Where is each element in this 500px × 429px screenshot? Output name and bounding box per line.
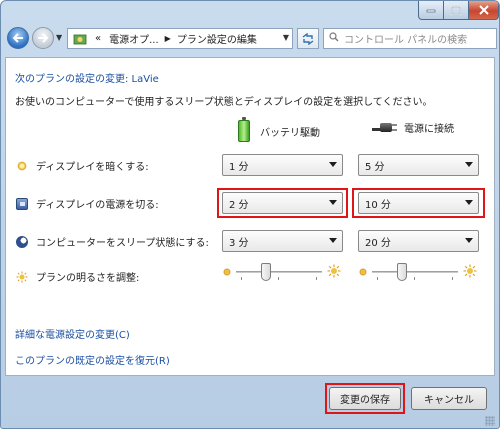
brightness-low-icon — [358, 267, 368, 277]
display-off-battery-dropdown[interactable]: 2 分 — [222, 192, 343, 214]
dim-display-ac-dropdown[interactable]: 5 分 — [358, 154, 479, 176]
brightness-low-icon — [222, 267, 232, 277]
breadcrumb-overflow[interactable]: « — [95, 33, 101, 44]
save-changes-button[interactable]: 変更の保存 — [329, 387, 401, 410]
cancel-button[interactable]: キャンセル — [411, 387, 487, 410]
ac-column-label: 電源に接続 — [404, 124, 454, 135]
battery-icon — [238, 117, 250, 142]
dropdown-arrow-icon — [465, 200, 473, 205]
search-placeholder: コントロール パネルの検索 — [344, 35, 468, 46]
setting-label: プランの明るさを調整: — [36, 273, 140, 284]
dropdown-value: 1 分 — [229, 161, 249, 173]
display-off-ac-dropdown[interactable]: 10 分 — [358, 192, 479, 214]
plan-settings-panel: 次のプランの設定の変更: LaVie お使いのコンピューターで使用するスリープ状… — [5, 57, 495, 376]
setting-label: コンピューターをスリープ状態にする: — [36, 238, 209, 249]
dropdown-arrow-icon — [329, 238, 337, 243]
search-box[interactable]: コントロール パネルの検索 — [323, 28, 497, 49]
button-bar: 変更の保存 キャンセル — [1, 379, 499, 428]
dropdown-arrow-icon — [465, 162, 473, 167]
close-icon — [478, 5, 489, 15]
page-title: 次のプランの設定の変更: LaVie — [15, 74, 159, 85]
address-dropdown-icon[interactable]: ▼ — [283, 33, 289, 42]
forward-button[interactable] — [32, 27, 54, 49]
dim-display-battery-dropdown[interactable]: 1 分 — [222, 154, 343, 176]
setting-row-dim-display: ディスプレイを暗くする: — [16, 158, 149, 173]
resize-grip[interactable] — [485, 416, 495, 426]
navigation-bar: ▼ « 電源オプ... ▶ プラン設定の編集 ▼ コントロール パネルの検索 — [5, 23, 497, 53]
minimize-icon — [426, 9, 436, 13]
brightness-icon — [16, 271, 28, 283]
sleep-ac-dropdown[interactable]: 20 分 — [358, 230, 479, 252]
breadcrumb-separator-icon[interactable]: ▶ — [165, 34, 171, 43]
page-description: お使いのコンピューターで使用するスリープ状態とディスプレイの設定を選択してくださ… — [15, 97, 433, 108]
brightness-high-icon — [327, 264, 341, 278]
dropdown-value: 5 分 — [365, 161, 385, 173]
power-plug-icon — [372, 122, 397, 134]
minimize-button[interactable] — [418, 1, 444, 20]
maximize-icon — [451, 5, 461, 15]
forward-arrow-icon — [38, 33, 49, 43]
dropdown-value: 3 分 — [229, 237, 249, 249]
dropdown-value: 20 分 — [365, 237, 391, 249]
recent-pages-dropdown[interactable]: ▼ — [56, 33, 62, 42]
setting-label: ディスプレイを暗くする: — [36, 162, 149, 173]
brightness-ac-slider[interactable] — [372, 262, 458, 282]
breadcrumb-edit-plan[interactable]: プラン設定の編集 — [177, 31, 257, 46]
restore-defaults-link[interactable]: このプランの既定の設定を復元(R) — [15, 352, 170, 367]
refresh-icon — [302, 32, 314, 45]
advanced-settings-link[interactable]: 詳細な電源設定の変更(C) — [15, 326, 130, 341]
ac-column-header: 電源に接続 — [372, 120, 454, 135]
dropdown-value: 10 分 — [365, 199, 391, 211]
brightness-high-icon — [463, 264, 477, 278]
address-bar[interactable]: « 電源オプ... ▶ プラン設定の編集 ▼ — [67, 28, 293, 49]
battery-column-label: バッテリ駆動 — [260, 127, 320, 139]
dropdown-arrow-icon — [465, 238, 473, 243]
dropdown-arrow-icon — [329, 162, 337, 167]
maximize-button[interactable] — [444, 1, 469, 20]
back-arrow-icon — [12, 33, 23, 43]
breadcrumb-power-options[interactable]: 電源オプ... — [109, 31, 159, 46]
battery-column-header: バッテリ駆動 — [238, 117, 320, 142]
sleep-battery-dropdown[interactable]: 3 分 — [222, 230, 343, 252]
dropdown-value: 2 分 — [229, 199, 249, 211]
setting-row-sleep: コンピューターをスリープ状態にする: — [16, 234, 209, 249]
setting-row-brightness: プランの明るさを調整: — [16, 269, 139, 284]
search-icon — [329, 32, 339, 45]
slider-thumb[interactable] — [261, 263, 271, 281]
setting-row-display-off: ディスプレイの電源を切る: — [16, 196, 159, 211]
dropdown-arrow-icon — [329, 200, 337, 205]
power-plan-window: ▼ « 電源オプ... ▶ プラン設定の編集 ▼ コントロール パネルの検索 次… — [0, 0, 500, 429]
setting-label: ディスプレイの電源を切る: — [36, 200, 159, 211]
close-button[interactable] — [469, 1, 499, 20]
brightness-battery-slider[interactable] — [236, 262, 322, 282]
sleep-icon — [16, 235, 28, 248]
control-panel-icon — [73, 34, 87, 44]
dim-display-icon — [16, 159, 28, 172]
display-off-icon — [16, 197, 28, 210]
refresh-button[interactable] — [297, 28, 319, 49]
back-button[interactable] — [7, 27, 29, 49]
slider-thumb[interactable] — [397, 263, 407, 281]
